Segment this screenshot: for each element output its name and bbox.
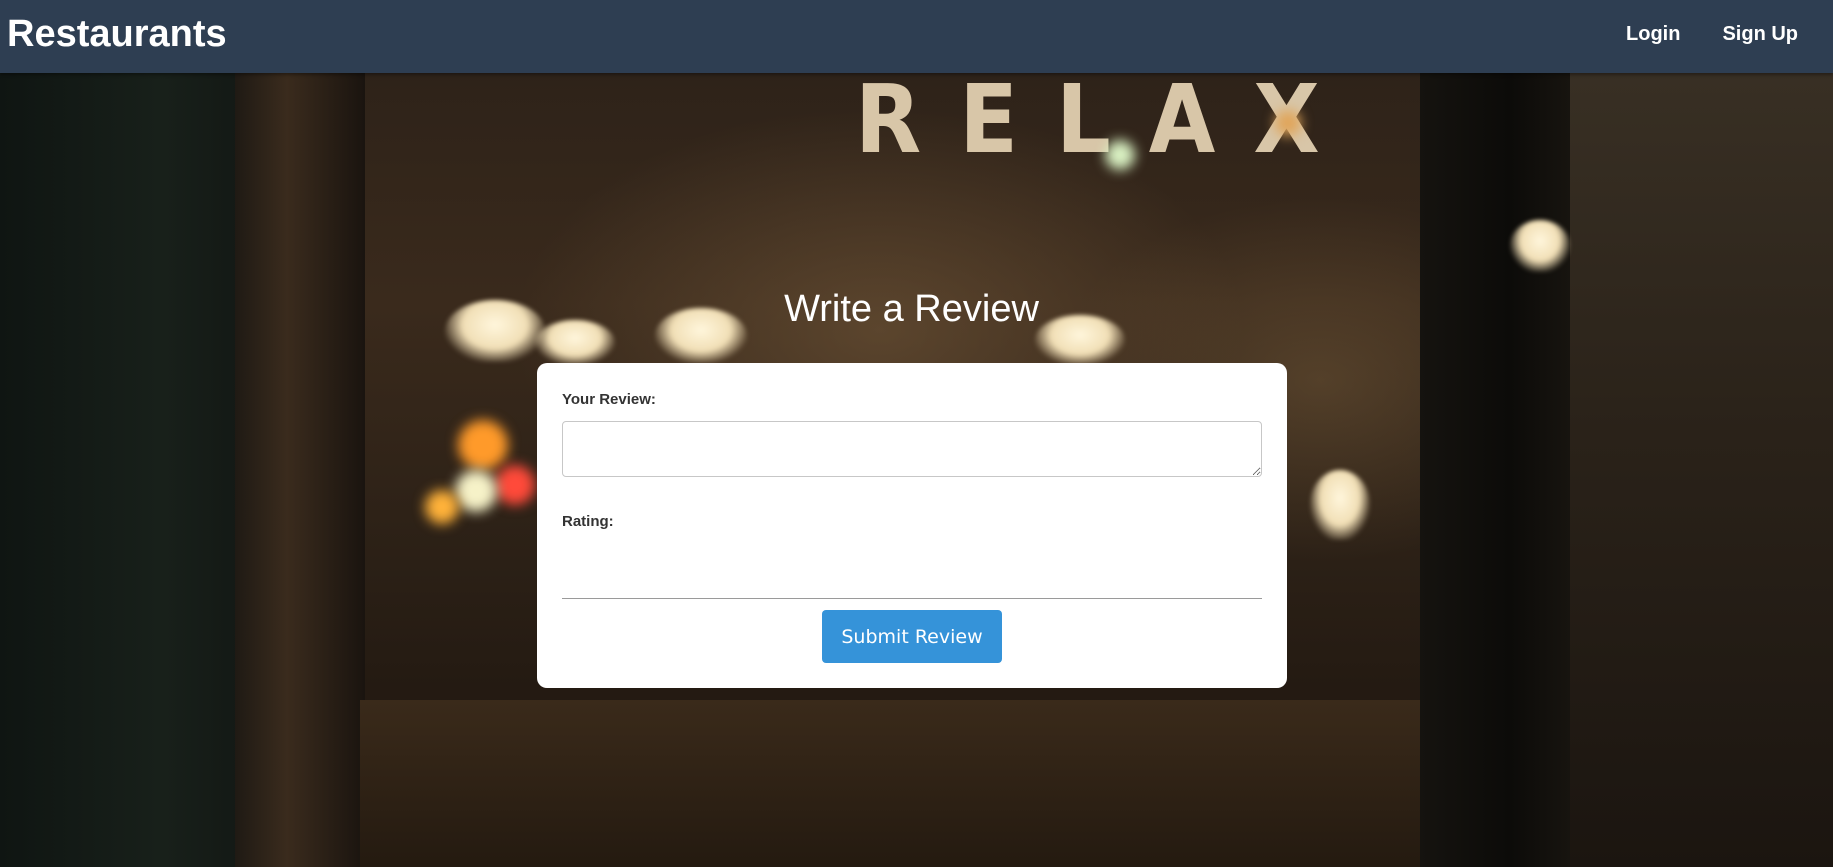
signup-link[interactable]: Sign Up	[1722, 22, 1798, 46]
rating-select[interactable]	[562, 541, 1262, 599]
background-bokeh	[455, 470, 497, 512]
review-label: Your Review:	[562, 391, 656, 408]
background-brick-wall	[1570, 0, 1833, 867]
background-table	[360, 700, 1420, 867]
login-link[interactable]: Login	[1626, 22, 1680, 46]
page-title: Write a Review	[784, 288, 1039, 330]
background-bokeh	[458, 420, 508, 470]
submit-review-button[interactable]: Submit Review	[822, 610, 1002, 663]
background-window-frame-left	[0, 0, 270, 867]
review-textarea[interactable]	[562, 421, 1262, 477]
background-bokeh	[1275, 110, 1301, 136]
background-window-post	[235, 0, 365, 867]
brand-title[interactable]: Restaurants	[7, 12, 227, 56]
background-bokeh	[425, 490, 459, 524]
background-bokeh	[1105, 140, 1135, 170]
nav-links: Login Sign Up	[1626, 22, 1798, 46]
rating-label: Rating:	[562, 513, 614, 530]
background-window-frame-right	[1420, 0, 1570, 867]
background-lamp	[1510, 220, 1570, 272]
background-bokeh	[495, 465, 535, 505]
top-navbar: Restaurants Login Sign Up	[0, 0, 1833, 73]
background-lamp	[1310, 470, 1370, 540]
review-form: Your Review: Rating: Submit Review	[537, 363, 1287, 688]
